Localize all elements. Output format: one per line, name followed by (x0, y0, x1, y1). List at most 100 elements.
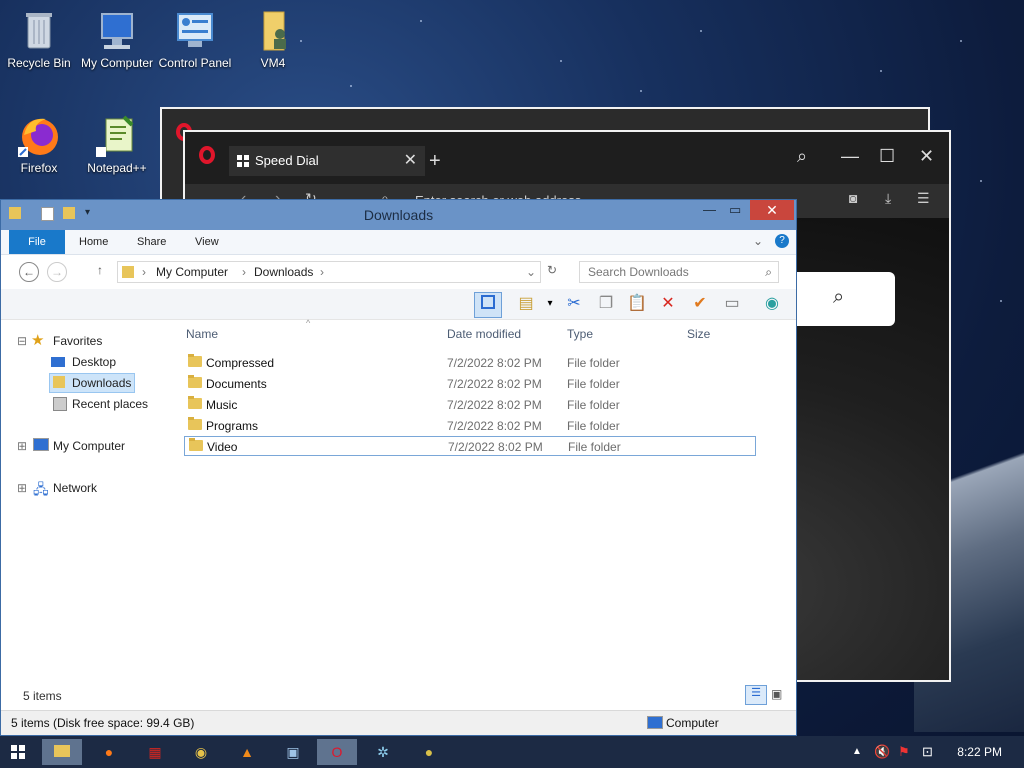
rename-button[interactable]: ▭ (719, 292, 745, 316)
recycle-bin-icon (16, 8, 62, 54)
address-dropdown-icon[interactable]: ⌄ (526, 262, 536, 282)
status-location: Computer (666, 716, 719, 730)
nav-recent-places[interactable]: Recent places (72, 397, 148, 411)
control-panel-icon (172, 8, 218, 54)
breadcrumb-my-computer[interactable]: My Computer (156, 262, 228, 282)
tab-share[interactable]: Share (137, 230, 166, 254)
search-input[interactable]: Search Downloads ⌕ (579, 261, 779, 283)
column-type[interactable]: Type (567, 327, 593, 341)
status-bar: 5 items (Disk free space: 99.4 GB) Compu… (1, 710, 796, 735)
delete-button[interactable]: ✕ (655, 292, 681, 316)
sort-ascending-icon: ^ (306, 318, 311, 328)
start-button[interactable] (0, 739, 36, 765)
file-date: 7/2/2022 8:02 PM (447, 398, 542, 412)
opera-logo-icon[interactable] (199, 146, 215, 164)
taskbar: ● ▦ ◉ ▲ ▣ O ✲ ● ▲ 🔇 ⚑ ⊡ 8:22 PM (0, 736, 1024, 768)
search-tabs-icon[interactable]: ⌕ (797, 146, 807, 167)
column-size[interactable]: Size (687, 327, 710, 341)
copy-button[interactable]: ❐ (593, 292, 619, 316)
column-date-modified[interactable]: Date modified (447, 327, 521, 341)
file-name: Programs (206, 419, 259, 433)
file-name: Video (207, 440, 238, 454)
column-name[interactable]: Name (186, 327, 218, 341)
network-icon: 🖧 (33, 481, 49, 497)
taskbar-explorer[interactable] (42, 739, 82, 765)
downloads-folder-icon (53, 376, 65, 388)
download-icon[interactable]: ⤓ (885, 190, 891, 207)
minimize-button[interactable]: — (841, 146, 859, 167)
tray-expand-icon[interactable]: ▲ (852, 746, 862, 757)
taskbar-firefox[interactable]: ● (89, 739, 129, 765)
tab-title: Speed Dial (255, 153, 319, 168)
close-button[interactable]: ✕ (750, 200, 794, 220)
new-folder-dropdown-icon[interactable]: ▾ (537, 292, 563, 316)
control-panel-desktop-icon[interactable]: Control Panel (156, 8, 234, 70)
vm4-desktop-icon[interactable]: VM4 (234, 8, 312, 70)
paste-button[interactable]: 📋 (624, 292, 650, 316)
taskbar-vlc[interactable]: ▲ (227, 739, 267, 765)
tab-file[interactable]: File (9, 230, 65, 254)
expand-ribbon-icon[interactable]: ⌄ (753, 234, 763, 248)
folder-icon (188, 417, 202, 430)
explorer-window[interactable]: ▾ Downloads — ▭ ✕ File Home Share View ⌄… (0, 199, 797, 736)
file-type: File folder (567, 398, 620, 412)
taskbar-opera[interactable]: O (317, 739, 357, 765)
file-row-selected[interactable]: Video 7/2/2022 8:02 PM File folder (184, 436, 756, 456)
breadcrumb-downloads[interactable]: Downloads (254, 262, 313, 282)
refresh-button[interactable]: ↻ (547, 263, 557, 277)
new-tab-button[interactable]: + (429, 146, 441, 176)
tab-speed-dial[interactable]: Speed Dial ✕ (229, 146, 425, 176)
notepadpp-desktop-icon[interactable]: Notepad++ (78, 113, 156, 175)
expand-icon[interactable]: ⊞ (17, 439, 27, 453)
large-icons-view-button[interactable]: ▣ (771, 687, 782, 701)
minimize-button[interactable]: — (703, 202, 716, 217)
collapse-icon[interactable]: ⊟ (17, 334, 27, 348)
notification-icon[interactable]: ⚑ (898, 744, 910, 760)
nav-my-computer[interactable]: My Computer (53, 439, 125, 453)
close-button[interactable]: ✕ (919, 146, 934, 167)
taskbar-media-player[interactable]: ◉ (181, 739, 221, 765)
folder-icon (188, 396, 202, 409)
recycle-bin-desktop-icon[interactable]: Recycle Bin (0, 8, 78, 70)
speed-dial-icon (237, 155, 249, 167)
camera-icon[interactable]: ◙ (849, 190, 857, 206)
cut-button[interactable]: ✂ (561, 292, 587, 316)
close-tab-icon[interactable]: ✕ (404, 146, 417, 176)
expand-icon[interactable]: ⊞ (17, 481, 27, 495)
forward-button[interactable]: → (47, 262, 67, 282)
address-bar[interactable]: › My Computer › Downloads › ⌄ (117, 261, 541, 283)
taskbar-app[interactable]: ● (409, 739, 449, 765)
up-button[interactable]: ↑ (97, 263, 103, 277)
network-status-icon[interactable]: ⊡ (922, 744, 933, 760)
file-row[interactable]: Documents 7/2/2022 8:02 PM File folder (184, 374, 756, 394)
file-row[interactable]: Music 7/2/2022 8:02 PM File folder (184, 395, 756, 415)
taskbar-app-grid[interactable]: ▦ (135, 739, 175, 765)
taskbar-control-panel[interactable]: ▣ (273, 739, 313, 765)
new-folder-button[interactable]: ▤ (513, 292, 539, 316)
tab-home[interactable]: Home (79, 230, 108, 254)
sharing-button[interactable]: ◉ (759, 292, 785, 316)
file-row[interactable]: Compressed 7/2/2022 8:02 PM File folder (184, 353, 756, 373)
volume-muted-icon[interactable]: 🔇 (874, 744, 890, 760)
computer-icon (647, 716, 663, 729)
preview-pane-button[interactable] (474, 292, 502, 318)
help-icon[interactable]: ? (775, 234, 789, 248)
nav-network[interactable]: Network (53, 481, 97, 495)
nav-downloads[interactable]: Downloads (72, 376, 131, 390)
maximize-button[interactable]: ▭ (729, 202, 741, 218)
select-button[interactable]: ✔ (687, 292, 713, 316)
nav-favorites[interactable]: Favorites (53, 334, 102, 348)
breadcrumb-separator: › (320, 265, 324, 279)
firefox-desktop-icon[interactable]: Firefox (0, 113, 78, 175)
my-computer-desktop-icon[interactable]: My Computer (78, 8, 156, 70)
details-view-button[interactable]: ☰ (745, 685, 767, 705)
nav-desktop[interactable]: Desktop (72, 355, 116, 369)
maximize-button[interactable]: ☐ (879, 146, 895, 167)
taskbar-network-tool[interactable]: ✲ (363, 739, 403, 765)
file-name: Compressed (206, 356, 275, 370)
clock[interactable]: 8:22 PM (957, 745, 1002, 759)
tab-view[interactable]: View (195, 230, 219, 254)
file-row[interactable]: Programs 7/2/2022 8:02 PM File folder (184, 416, 756, 436)
settings-icon[interactable]: ☰ (917, 190, 930, 207)
back-button[interactable]: ← (19, 262, 39, 282)
